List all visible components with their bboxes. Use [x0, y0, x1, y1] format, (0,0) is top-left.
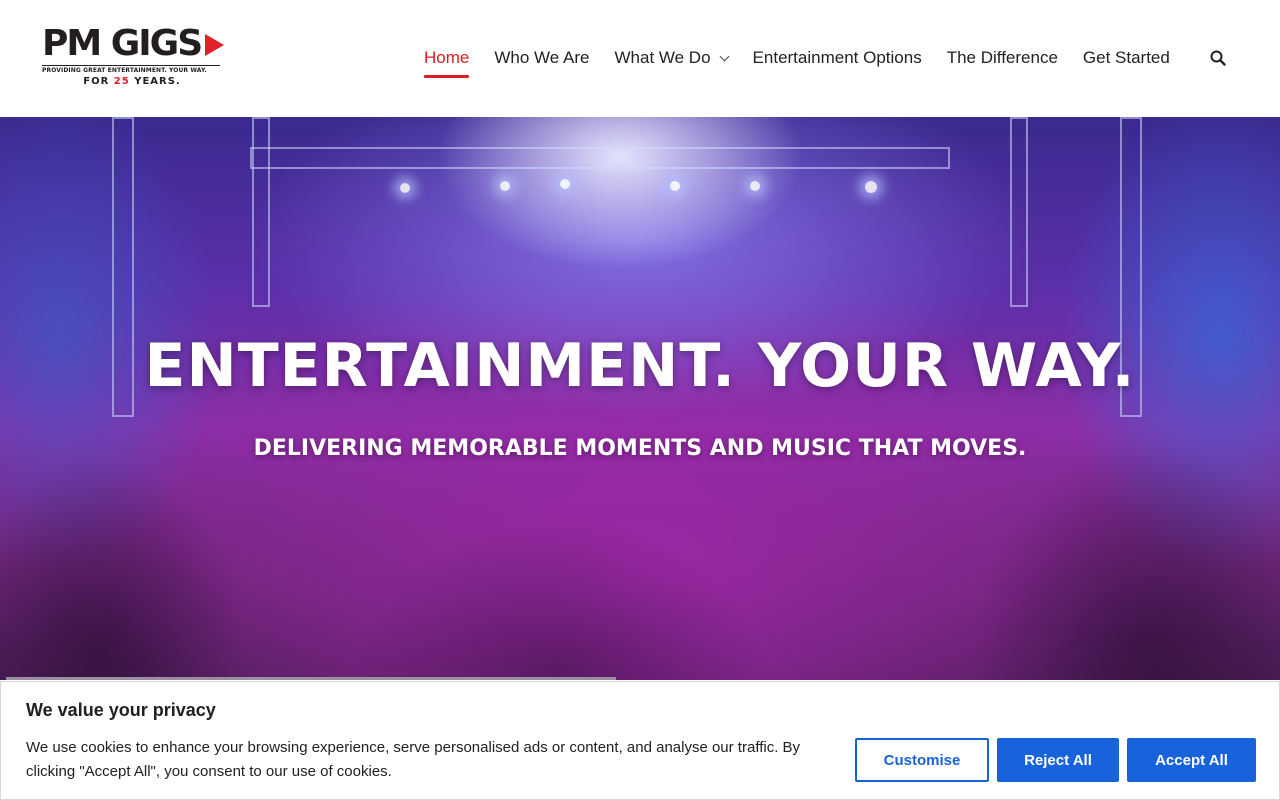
hero-banner: ENTERTAINMENT. YOUR WAY. DELIVERING MEMO… — [0, 117, 1280, 680]
play-arrow-icon — [205, 34, 225, 56]
logo-years-number: 25 — [113, 76, 130, 87]
nav-entertainment-options[interactable]: Entertainment Options — [753, 44, 922, 72]
logo-mark: PM GIGS — [42, 23, 225, 64]
stage-light — [670, 181, 680, 191]
stage-light — [500, 181, 510, 191]
logo-years-suffix: YEARS. — [134, 76, 181, 87]
cookie-title: We value your privacy — [26, 700, 216, 720]
cookie-consent-banner: We value your privacy We use cookies to … — [0, 681, 1280, 800]
stage-truss-inner-left — [252, 117, 270, 307]
search-icon[interactable] — [1210, 50, 1226, 66]
stage-light — [865, 181, 877, 193]
nav-what-we-do[interactable]: What We Do — [614, 44, 729, 72]
main-nav: Home Who We Are What We Do Entertainment… — [424, 44, 1195, 78]
nav-who-we-are[interactable]: Who We Are — [494, 44, 589, 72]
logo-name: PM GIGS — [42, 23, 203, 64]
slider-progress-bar — [6, 677, 616, 680]
site-header: PM GIGS PROVIDING GREAT ENTERTAINMENT. Y… — [0, 0, 1280, 117]
nav-get-started[interactable]: Get Started — [1083, 44, 1170, 72]
nav-what-we-do-label: What We Do — [614, 48, 711, 67]
customise-button[interactable]: Customise — [855, 738, 989, 782]
stage-light — [560, 179, 570, 189]
reject-all-button[interactable]: Reject All — [997, 738, 1119, 782]
cookie-description: We use cookies to enhance your browsing … — [26, 739, 801, 780]
logo-tagline: PROVIDING GREAT ENTERTAINMENT. YOUR WAY. — [42, 67, 207, 74]
stage-truss-inner-right — [1010, 117, 1028, 307]
nav-home[interactable]: Home — [424, 44, 470, 78]
stage-light — [750, 181, 760, 191]
logo-years-prefix: FOR — [83, 76, 110, 87]
accept-all-button[interactable]: Accept All — [1127, 738, 1256, 782]
site-logo[interactable]: PM GIGS PROVIDING GREAT ENTERTAINMENT. Y… — [42, 24, 246, 90]
nav-the-difference[interactable]: The Difference — [947, 44, 1058, 72]
stage-truss-top — [250, 147, 950, 169]
chevron-down-icon — [719, 51, 729, 61]
hero-subtitle: DELIVERING MEMORABLE MOMENTS AND MUSIC T… — [253, 436, 1027, 461]
logo-divider — [42, 65, 220, 66]
logo-years: FOR 25 YEARS. — [42, 76, 222, 87]
stage-light — [400, 183, 410, 193]
hero-title: ENTERTAINMENT. YOUR WAY. — [144, 331, 1136, 401]
